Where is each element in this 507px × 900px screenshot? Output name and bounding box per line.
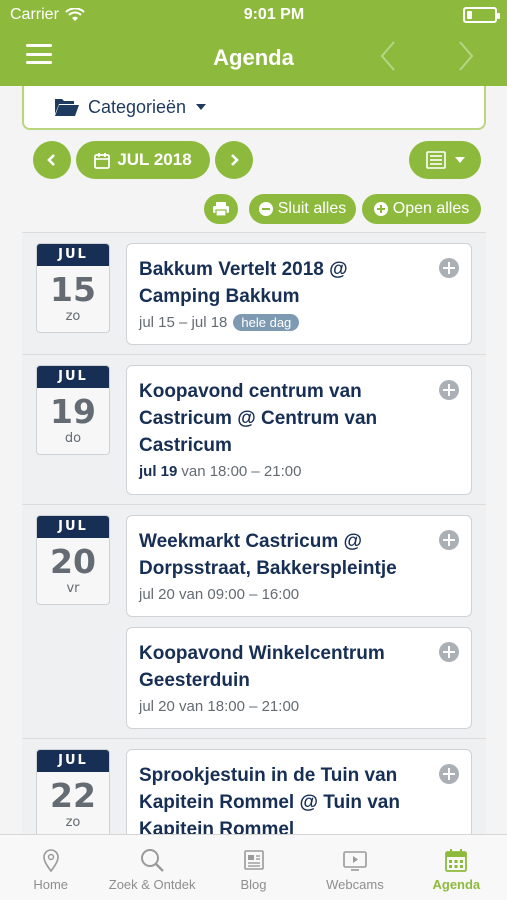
date-box: JUL 22 zo	[36, 749, 110, 834]
date-weekday: zo	[65, 309, 81, 324]
date-month: JUL	[37, 366, 109, 388]
tab-label: Blog	[240, 877, 267, 892]
day-section: JUL 20 vr Weekmarkt Castricum @ Dorpsstr…	[22, 504, 486, 738]
day-section: JUL 22 zo Sprookjestuin in de Tuin van K…	[22, 738, 486, 834]
status-time: 9:01 PM	[243, 6, 305, 23]
list-view-icon	[425, 151, 446, 169]
date-weekday: zo	[65, 815, 81, 830]
open-all-button[interactable]: Open alles	[362, 194, 481, 224]
print-button[interactable]	[204, 194, 238, 224]
month-label: JUL 2018	[117, 150, 192, 169]
event-card[interactable]: Sprookjestuin in de Tuin van Kapitein Ro…	[126, 749, 472, 834]
caret-down-icon	[196, 104, 207, 110]
event-card[interactable]: Koopavond Winkelcentrum Geesterduin jul …	[126, 627, 472, 729]
page-title: Agenda	[213, 45, 294, 70]
event-title: Sprookjestuin in de Tuin van Kapitein Ro…	[139, 765, 400, 834]
event-time: van 18:00 – 21:00	[181, 463, 302, 480]
date-weekday: do	[64, 431, 82, 446]
event-time: jul 20 van 18:00 – 21:00	[139, 698, 300, 715]
event-meta: jul 20 van 09:00 – 16:00	[139, 586, 431, 603]
date-box: JUL 15 zo	[36, 243, 110, 333]
expand-plus-icon[interactable]	[439, 258, 459, 278]
prev-month-button[interactable]	[33, 141, 71, 179]
expand-plus-icon[interactable]	[439, 380, 459, 400]
event-card[interactable]: Koopavond centrum van Castricum @ Centru…	[126, 365, 472, 495]
newspaper-icon	[243, 850, 264, 870]
event-meta: jul 19 van 18:00 – 21:00	[139, 463, 431, 480]
tab-label: Zoek & Ontdek	[108, 877, 196, 892]
view-mode-button[interactable]	[409, 141, 481, 179]
carrier-label: Carrier	[10, 6, 59, 23]
tab-search[interactable]: Zoek & Ontdek	[101, 835, 202, 900]
caret-down-icon	[454, 157, 465, 163]
day-section: JUL 19 do Koopavond centrum van Castricu…	[22, 354, 486, 504]
date-box: JUL 19 do	[36, 365, 110, 455]
tab-blog[interactable]: Blog	[203, 835, 304, 900]
tab-home[interactable]: Home	[0, 835, 101, 900]
event-date: jul 15 – jul 18	[139, 314, 228, 331]
calendar-icon	[445, 849, 468, 872]
event-meta: jul 20 van 18:00 – 21:00	[139, 698, 431, 715]
plus-circle-icon	[373, 202, 388, 216]
close-all-button[interactable]: Sluit alles	[249, 194, 356, 224]
expand-plus-icon[interactable]	[439, 642, 459, 662]
next-month-button[interactable]	[215, 141, 253, 179]
date-day: 20	[50, 542, 96, 581]
location-pin-icon	[42, 849, 59, 873]
app-header: Carrier 9:01 PM Agenda	[0, 0, 507, 86]
print-icon	[213, 202, 229, 217]
expand-plus-icon[interactable]	[439, 530, 459, 550]
tab-agenda[interactable]: Agenda	[406, 835, 507, 900]
minus-circle-icon	[258, 202, 273, 216]
expand-plus-icon[interactable]	[439, 764, 459, 784]
tab-webcams[interactable]: Webcams	[304, 835, 405, 900]
date-day: 22	[50, 776, 96, 815]
menu-icon[interactable]	[26, 44, 52, 64]
back-arrow-icon[interactable]	[374, 38, 404, 74]
event-card[interactable]: Weekmarkt Castricum @ Dorpsstraat, Bakke…	[126, 515, 472, 617]
categories-label: Categorieën	[88, 96, 187, 117]
event-title: Koopavond centrum van Castricum @ Centru…	[139, 381, 378, 456]
date-weekday: vr	[66, 581, 80, 596]
event-meta: jul 15 – jul 18 hele dag	[139, 314, 431, 331]
event-title: Koopavond Winkelcentrum Geesterduin	[139, 643, 385, 691]
tv-play-icon	[343, 851, 367, 871]
tab-bar: Home Zoek & Ontdek Blog Webcams Agenda	[0, 834, 507, 900]
date-box: JUL 20 vr	[36, 515, 110, 605]
date-month: JUL	[37, 750, 109, 772]
event-card[interactable]: Bakkum Vertelt 2018 @ Camping Bakkum jul…	[126, 243, 472, 345]
open-all-label: Open alles	[392, 200, 470, 217]
wifi-icon	[65, 8, 85, 21]
all-day-badge: hele dag	[233, 314, 300, 331]
tab-label: Webcams	[326, 877, 384, 892]
date-day: 15	[50, 270, 96, 309]
month-picker-button[interactable]: JUL 2018	[76, 141, 210, 179]
search-icon	[141, 849, 164, 872]
folder-open-icon	[55, 99, 79, 116]
event-time: jul 20 van 09:00 – 16:00	[139, 586, 300, 603]
date-month: JUL	[37, 244, 109, 266]
event-date: jul 19	[139, 463, 178, 480]
event-title: Weekmarkt Castricum @ Dorpsstraat, Bakke…	[139, 531, 397, 579]
nav-bar: Agenda	[0, 30, 507, 86]
calendar-icon	[94, 152, 111, 169]
tab-label: Home	[33, 877, 69, 892]
status-bar: Carrier 9:01 PM	[0, 0, 507, 30]
chevron-right-icon	[231, 154, 239, 166]
event-title: Bakkum Vertelt 2018 @ Camping Bakkum	[139, 259, 348, 307]
tab-label: Agenda	[432, 877, 481, 892]
forward-arrow-icon[interactable]	[450, 38, 480, 74]
categories-dropdown[interactable]: Categorieën	[22, 86, 486, 130]
date-day: 19	[50, 392, 96, 431]
battery-icon	[462, 7, 500, 23]
date-month: JUL	[37, 516, 109, 538]
day-section: JUL 15 zo Bakkum Vertelt 2018 @ Camping …	[22, 232, 486, 354]
close-all-label: Sluit alles	[277, 200, 347, 217]
chevron-left-icon	[47, 154, 55, 166]
